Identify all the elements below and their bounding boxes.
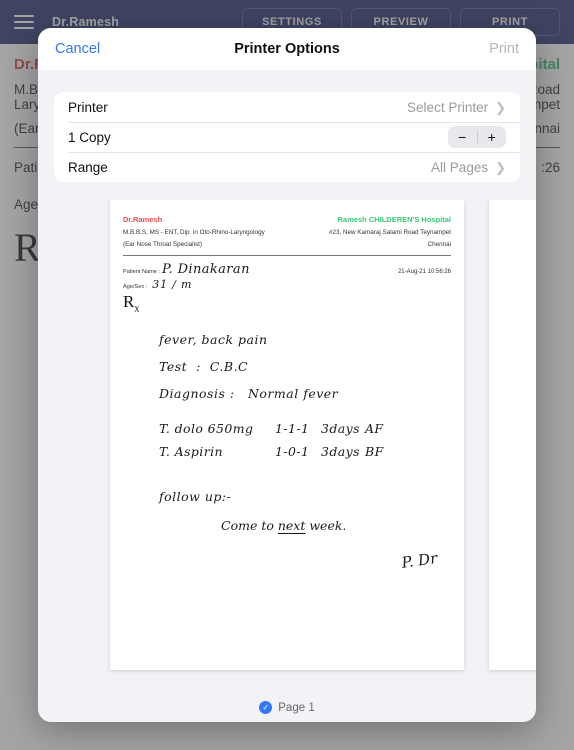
- printer-options-list: Printer Select Printer ❯ 1 Copy − + Rang…: [54, 92, 520, 182]
- preview-divider: [123, 255, 451, 256]
- medication-timing: AF: [365, 421, 384, 437]
- chevron-right-icon: ❯: [495, 99, 506, 115]
- preview-address-line1: #23, New Kamaraj Salami Road Teynampet: [328, 229, 451, 236]
- printer-options-modal: Cancel Printer Options Print Printer Sel…: [38, 28, 536, 722]
- preview-handwritten-body: fever, back pain Test : C.B.C Diagnosis …: [123, 332, 451, 572]
- cancel-button[interactable]: Cancel: [55, 41, 100, 57]
- modal-navbar: Cancel Printer Options Print: [38, 28, 536, 70]
- preview-patient-label: Patient Name :: [123, 269, 160, 275]
- range-value: All Pages: [431, 159, 489, 175]
- medication-name: T. dolo 650mg: [159, 421, 254, 437]
- preview-doctor-name: Dr.Ramesh: [123, 215, 163, 224]
- preview-followup-note: Come to next week.: [221, 518, 347, 534]
- preview-hospital-name: Ramesh CHILDEREN'S Hospital: [337, 215, 451, 224]
- increment-copies-button[interactable]: +: [478, 126, 507, 148]
- page-label: Page 1: [278, 701, 315, 714]
- medication-dose: 1-1-1: [275, 421, 310, 437]
- preview-age-row: Age/Sex : 31 / m: [123, 278, 451, 291]
- copies-label: 1 Copy: [68, 129, 111, 145]
- preview-letterhead: Dr.Ramesh M.B.B.S, MS - ENT, Dip. in Oto…: [123, 215, 451, 248]
- preview-rx-symbol: Rx: [123, 292, 140, 315]
- chevron-right-icon: ❯: [495, 159, 506, 175]
- medication-duration: 3days: [321, 444, 360, 460]
- preview-page-1[interactable]: Dr.Ramesh M.B.B.S, MS - ENT, Dip. in Oto…: [110, 200, 464, 670]
- check-icon: ✓: [259, 701, 273, 714]
- medication-dose: 1-0-1: [275, 444, 310, 460]
- preview-followup-label: follow up:-: [159, 489, 232, 505]
- medication-name: T. Aspirin: [159, 444, 223, 460]
- preview-diagnosis: Diagnosis : Normal fever: [159, 386, 339, 402]
- printer-value: Select Printer: [407, 99, 489, 115]
- preview-qualifications: M.B.B.S, MS - ENT, Dip. in Oto-Rhino-Lar…: [123, 229, 265, 236]
- preview-medication-row: T. Aspirin 1-0-1 3days BF: [159, 444, 451, 459]
- medication-timing: BF: [365, 444, 384, 460]
- quantity-stepper[interactable]: − +: [448, 126, 506, 148]
- modal-title: Printer Options: [234, 41, 340, 57]
- preview-page-2[interactable]: [489, 200, 536, 670]
- printer-label: Printer: [68, 99, 108, 115]
- preview-medication-row: T. dolo 650mg 1-1-1 3days AF: [159, 421, 451, 436]
- range-label: Range: [68, 159, 108, 175]
- preview-timestamp: 21-Aug-21 10:56:26: [397, 269, 451, 275]
- preview-signature: P. Dr: [400, 549, 439, 573]
- medication-duration: 3days: [321, 421, 360, 437]
- copies-row: 1 Copy − +: [54, 122, 520, 152]
- preview-test: Test : C.B.C: [159, 359, 249, 375]
- preview-complaint: fever, back pain: [159, 332, 268, 348]
- document-preview-area[interactable]: Dr.Ramesh M.B.B.S, MS - ENT, Dip. in Oto…: [38, 200, 536, 722]
- preview-address-line2: Chennai: [427, 241, 451, 248]
- print-button[interactable]: Print: [489, 41, 519, 57]
- printer-row[interactable]: Printer Select Printer ❯: [54, 92, 520, 122]
- preview-age-label: Age/Sex :: [123, 284, 148, 290]
- range-row[interactable]: Range All Pages ❯: [54, 152, 520, 182]
- preview-patient-row: Patient Name : P. Dinakaran 21-Aug-21 10…: [123, 262, 451, 277]
- preview-patient-name: P. Dinakaran: [162, 262, 250, 277]
- preview-age-value: 31 / m: [152, 278, 193, 291]
- decrement-copies-button[interactable]: −: [448, 126, 477, 148]
- page-indicator[interactable]: ✓ Page 1: [38, 701, 536, 714]
- preview-specialty: (Ear Nose Throat Specialist): [123, 241, 202, 248]
